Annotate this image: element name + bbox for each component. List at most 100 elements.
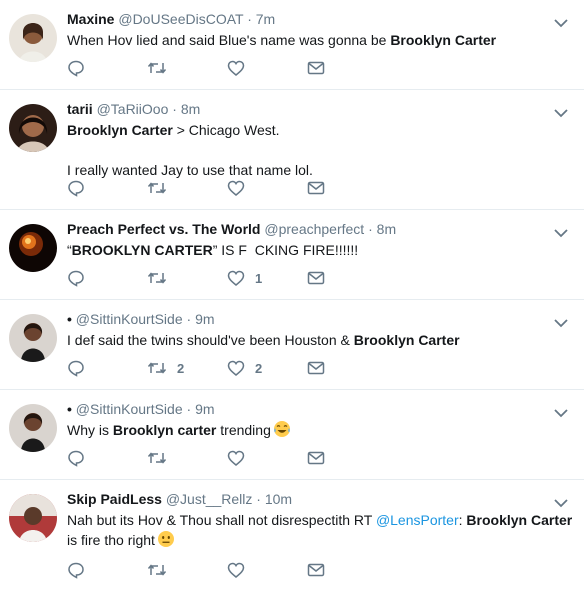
direct-message-icon [307, 361, 325, 375]
user-handle[interactable]: @preachperfect [264, 221, 364, 237]
reply-button[interactable] [67, 359, 147, 377]
user-handle[interactable]: @DoUSeeDisCOAT [118, 11, 243, 27]
retweet-icon [147, 362, 167, 374]
display-name[interactable]: tarii [67, 101, 93, 117]
like-button[interactable] [227, 449, 307, 467]
direct-message-icon [307, 451, 325, 465]
reply-icon [68, 450, 84, 467]
tweet-header: • @SittinKourtSide · 9m [67, 310, 574, 329]
tweet-actions [67, 178, 387, 198]
avatar[interactable] [9, 494, 57, 542]
caret-down-icon[interactable] [554, 408, 568, 418]
direct-message-button[interactable] [307, 450, 387, 466]
timestamp[interactable]: 9m [195, 401, 214, 417]
retweet-button[interactable]: 2 [147, 359, 227, 377]
user-handle[interactable]: @SittinKourtSide [76, 311, 183, 327]
direct-message-button[interactable] [307, 180, 387, 196]
retweet-button[interactable] [147, 561, 227, 579]
direct-message-button[interactable] [307, 270, 387, 286]
highlighted-term: Brooklyn carter [112, 422, 217, 438]
avatar[interactable] [9, 224, 57, 272]
tweet[interactable]: Preach Perfect vs. The World @preachperf… [0, 210, 584, 300]
like-button[interactable] [227, 59, 307, 77]
tweet-text: Why is Brooklyn carter trending [67, 420, 574, 440]
like-button[interactable] [227, 561, 307, 579]
display-name[interactable]: • [67, 311, 72, 327]
mention-link[interactable]: @LensPorter [376, 512, 459, 528]
direct-message-icon [307, 563, 325, 577]
like-icon [227, 360, 245, 376]
user-handle[interactable]: @Just__Rellz [166, 491, 253, 507]
retweet-button[interactable] [147, 179, 227, 197]
reply-icon [68, 562, 84, 579]
reply-icon [68, 60, 84, 77]
tweet[interactable]: • @SittinKourtSide · 9m Why is Brooklyn … [0, 390, 584, 480]
like-count: 1 [255, 270, 263, 286]
tweet-header: Preach Perfect vs. The World @preachperf… [67, 220, 574, 239]
tweet-text: When Hov lied and said Blue's name was g… [67, 32, 497, 48]
reply-button[interactable] [67, 179, 147, 197]
tweet-actions [67, 560, 387, 580]
like-button[interactable]: 1 [227, 269, 307, 287]
direct-message-button[interactable] [307, 562, 387, 578]
avatar[interactable] [9, 104, 57, 152]
highlighted-term: BROOKLYN CARTER [71, 242, 213, 258]
tears-of-joy-emoji [273, 421, 290, 437]
caret-down-icon[interactable] [554, 318, 568, 328]
like-icon [227, 180, 245, 196]
timestamp[interactable]: 8m [377, 221, 396, 237]
retweet-icon [147, 182, 167, 194]
caret-down-icon[interactable] [554, 108, 568, 118]
user-handle[interactable]: @TaRiiOoo [97, 101, 169, 117]
tweet[interactable]: • @SittinKourtSide · 9m I def said the t… [0, 300, 584, 390]
separator-dot: · [186, 401, 192, 417]
direct-message-icon [307, 181, 325, 195]
reply-button[interactable] [67, 59, 147, 77]
timestamp[interactable]: 9m [195, 311, 214, 327]
display-name[interactable]: Maxine [67, 11, 114, 27]
reply-button[interactable] [67, 449, 147, 467]
reply-button[interactable] [67, 269, 147, 287]
separator-dot: · [256, 491, 261, 507]
like-button[interactable] [227, 179, 307, 197]
display-name[interactable]: Skip PaidLess [67, 491, 162, 507]
reply-button[interactable] [67, 561, 147, 579]
direct-message-button[interactable] [307, 60, 387, 76]
separator-dot: · [368, 221, 373, 237]
avatar[interactable] [9, 404, 57, 452]
tweet-actions [67, 448, 387, 468]
tweet-feed: Maxine @DoUSeeDisCOAT · 7m When Hov lied… [0, 0, 584, 592]
retweet-button[interactable] [147, 449, 227, 467]
tweet-header: • @SittinKourtSide · 9m [67, 400, 574, 419]
tweet-actions: 2 2 [67, 358, 387, 378]
timestamp[interactable]: 8m [181, 101, 200, 117]
retweet-button[interactable] [147, 269, 227, 287]
tweet-text: Brooklyn Carter > Chicago West. I really… [67, 120, 574, 180]
display-name[interactable]: Preach Perfect vs. The World [67, 221, 260, 237]
avatar[interactable] [9, 314, 57, 362]
caret-down-icon[interactable] [554, 18, 568, 28]
timestamp[interactable]: 7m [256, 11, 275, 27]
user-handle[interactable]: @SittinKourtSide [76, 401, 183, 417]
tweet-text: Nah but its Hov & Thou shall not disresp… [67, 512, 573, 548]
display-name[interactable]: • [67, 401, 72, 417]
separator-dot: · [186, 311, 192, 327]
retweet-button[interactable] [147, 59, 227, 77]
neutral-face-emoji [157, 531, 174, 547]
reply-icon [68, 180, 84, 197]
caret-down-icon[interactable] [554, 498, 568, 508]
avatar[interactable] [9, 14, 57, 62]
like-button[interactable]: 2 [227, 359, 307, 377]
highlighted-term: Brooklyn Carter [390, 32, 497, 48]
separator-dot: · [247, 11, 252, 27]
tweet[interactable]: Maxine @DoUSeeDisCOAT · 7m When Hov lied… [0, 0, 584, 90]
tweet[interactable]: tarii @TaRiiOoo · 8m Brooklyn Carter > C… [0, 90, 584, 210]
tweet-text-line: I really wanted Jay to use that name lol… [67, 162, 313, 178]
highlighted-term: Brooklyn Carter [466, 512, 573, 528]
like-icon [227, 60, 245, 76]
direct-message-button[interactable] [307, 360, 387, 376]
timestamp[interactable]: 10m [265, 491, 292, 507]
tweet[interactable]: Skip PaidLess @Just__Rellz · 10m Nah but… [0, 480, 584, 592]
caret-down-icon[interactable] [554, 228, 568, 238]
like-icon [227, 562, 245, 578]
